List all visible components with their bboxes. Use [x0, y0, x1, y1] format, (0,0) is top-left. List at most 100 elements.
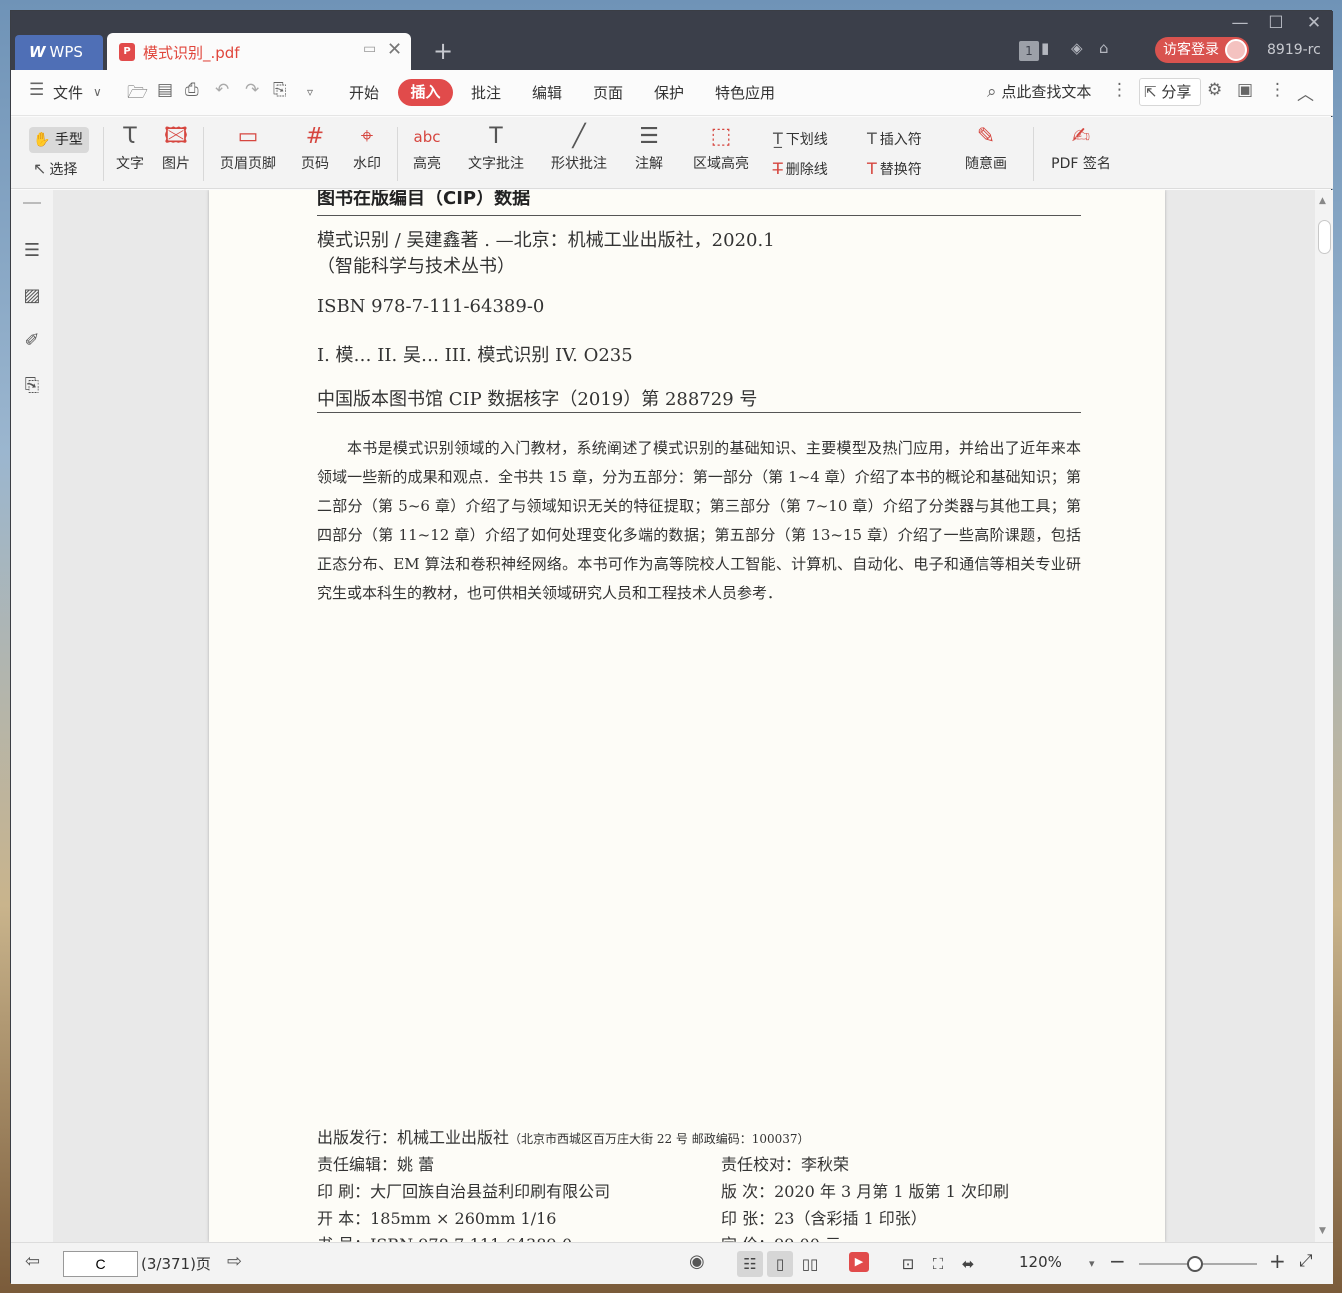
zoom-dropdown-icon[interactable]: ▾	[1089, 1257, 1095, 1270]
signature-list-icon[interactable]: ⎘	[21, 375, 43, 397]
replace-mark-button[interactable]: T 替换符	[867, 159, 922, 179]
file-menu[interactable]: 文件	[53, 82, 83, 103]
wps-tab-label: WPS	[49, 43, 83, 61]
watermark-label: 水印	[353, 156, 381, 172]
fullscreen-icon[interactable]: ⤢	[1299, 1251, 1313, 1271]
hand-tool-button[interactable]: ✋ 手型	[29, 127, 89, 153]
two-page-view-icon[interactable]: ▯▯	[797, 1251, 823, 1277]
tab-special-apps[interactable]: 特色应用	[715, 82, 775, 103]
chat-icon[interactable]: ▣	[1237, 80, 1253, 100]
highlight-button[interactable]: abc 高亮	[405, 121, 449, 173]
insert-mark-button[interactable]: T 插入符	[867, 129, 922, 149]
new-tab-button[interactable]: +	[433, 37, 453, 65]
pdf-file-icon: P	[119, 43, 135, 61]
monitor-icon[interactable]: ▭	[363, 41, 376, 57]
shape-comment-label: 形状批注	[551, 156, 607, 172]
insert-mark-icon: T	[867, 129, 877, 148]
more-vertical-icon[interactable]: ⋮	[1111, 80, 1128, 100]
wps-logo-icon: W	[29, 43, 46, 61]
open-folder-icon[interactable]: 🗁	[127, 80, 148, 109]
scroll-thumb[interactable]	[1318, 220, 1331, 254]
eye-protection-icon[interactable]: ◉	[689, 1251, 705, 1272]
login-label: 访客登录	[1163, 42, 1219, 58]
pdf-sign-button[interactable]: ✍ PDF 签名	[1043, 121, 1119, 173]
more-options-icon[interactable]: ⋮	[1269, 80, 1286, 100]
insert-text-button[interactable]: Ꚍ 文字	[111, 121, 149, 173]
export-icon[interactable]: ⎘	[273, 80, 287, 100]
share-button[interactable]: ⇱ 分享	[1139, 78, 1201, 106]
search-label: 点此查找文本	[1001, 83, 1092, 101]
freehand-label: 随意画	[965, 156, 1007, 172]
shape-comment-button[interactable]: ╱ 形状批注	[541, 121, 617, 173]
note-icon: ☰	[639, 124, 659, 149]
watermark-button[interactable]: ⌖ 水印	[345, 121, 389, 173]
page-number-button[interactable]: # 页码	[295, 121, 335, 173]
zoom-out-icon[interactable]: −	[1109, 1249, 1126, 1273]
pen-icon: ✎	[976, 124, 996, 149]
prev-page-icon[interactable]: ⇦	[25, 1251, 40, 1272]
edition: 版 次：2020 年 3 月第 1 版第 1 次印刷	[721, 1182, 1009, 1201]
publisher-label: 出版发行：机械工业出版社	[317, 1128, 510, 1147]
insert-image-button[interactable]: 🖾 图片	[157, 121, 195, 173]
layout-icon[interactable]: ▮	[1041, 39, 1049, 57]
share-label: 分享	[1161, 83, 1192, 101]
single-page-view-icon[interactable]: ▯	[767, 1251, 793, 1277]
tab-page[interactable]: 页面	[593, 82, 623, 103]
actual-size-icon[interactable]: ⊡	[895, 1251, 921, 1277]
page-number-icon: #	[305, 124, 325, 149]
tab-edit[interactable]: 编辑	[532, 82, 562, 103]
fit-page-icon[interactable]: ⛶	[925, 1251, 951, 1277]
zoom-in-icon[interactable]: +	[1269, 1249, 1286, 1273]
find-text-search[interactable]: ⌕ 点此查找文本	[987, 81, 1091, 102]
play-slideshow-icon[interactable]: ▶	[849, 1252, 869, 1272]
text-comment-button[interactable]: T 文字批注	[463, 121, 529, 173]
cip-line-series: （智能科学与技术丛书）	[317, 256, 515, 277]
tab-protect[interactable]: 保护	[654, 82, 684, 103]
visitor-login-button[interactable]: 访客登录	[1155, 37, 1249, 63]
tab-comment[interactable]: 批注	[471, 82, 501, 103]
vertical-scrollbar[interactable]: ▲ ▼	[1315, 190, 1333, 1242]
freehand-button[interactable]: ✎ 随意画	[955, 121, 1017, 173]
select-tool-button[interactable]: ↖ 选择	[33, 159, 77, 179]
thumbnail-icon[interactable]: ▨	[21, 285, 43, 307]
print-icon[interactable]: ⎙	[185, 80, 199, 100]
settings-gear-icon[interactable]: ⚙	[1207, 80, 1222, 100]
maximize-icon[interactable]: ☐	[1261, 13, 1291, 33]
annotation-button[interactable]: ☰ 注解	[627, 121, 671, 173]
fit-width-icon[interactable]: ⬌	[955, 1251, 981, 1277]
insert-ribbon: ✋ 手型 ↖ 选择 Ꚍ 文字 🖾 图片 ▭ 页眉页脚 # 页码 ⌖ 水印 abc…	[11, 117, 1333, 189]
more-chevron-icon[interactable]: ▿	[307, 85, 313, 99]
area-highlight-button[interactable]: ⬚ 区域高亮	[685, 121, 757, 173]
strikethrough-button[interactable]: T̶ 删除线	[773, 159, 828, 179]
underline-button[interactable]: T̲ 下划线	[773, 129, 828, 149]
close-tab-icon[interactable]: ✕	[387, 39, 402, 60]
chevron-down-icon[interactable]: ∨	[93, 85, 102, 99]
tab-insert[interactable]: 插入	[398, 79, 453, 106]
minimize-icon[interactable]: —	[1225, 13, 1255, 33]
outline-icon[interactable]: ☰	[21, 240, 43, 262]
zoom-slider-handle[interactable]	[1187, 1256, 1203, 1272]
header-footer-button[interactable]: ▭ 页眉页脚	[211, 121, 285, 173]
document-viewport[interactable]: 图书在版编目（CIP）数据 模式识别 / 吴建鑫著 . —北京：机械工业出版社，…	[53, 190, 1315, 1242]
undo-icon[interactable]: ↶	[215, 80, 229, 100]
skin-icon[interactable]: ◈	[1071, 39, 1083, 57]
sidebar-handle[interactable]	[23, 202, 41, 204]
continuous-view-icon[interactable]: ☷	[737, 1251, 763, 1277]
shirt-icon[interactable]: ⌂	[1099, 39, 1109, 57]
wps-home-tab[interactable]: W WPS	[15, 35, 103, 70]
annotation-list-icon[interactable]: ✐	[21, 330, 43, 352]
tab-start[interactable]: 开始	[349, 82, 379, 103]
window-count-badge[interactable]: 1	[1019, 41, 1039, 61]
document-tab[interactable]: P 模式识别_.pdf ▭ ✕	[107, 33, 411, 70]
scroll-up-icon[interactable]: ▲	[1319, 196, 1326, 206]
hamburger-icon[interactable]: ☰	[29, 80, 44, 100]
close-window-icon[interactable]: ✕	[1299, 13, 1329, 33]
save-icon[interactable]: ▤	[157, 80, 173, 100]
collapse-ribbon-icon[interactable]: ︿	[1297, 80, 1314, 105]
zoom-level[interactable]: 120%	[1019, 1253, 1062, 1271]
page-number-input[interactable]: C	[63, 1251, 138, 1277]
next-page-icon[interactable]: ⇨	[227, 1251, 242, 1272]
scroll-down-icon[interactable]: ▼	[1319, 1226, 1326, 1236]
redo-icon[interactable]: ↷	[245, 80, 259, 100]
strikethrough-label: 删除线	[785, 162, 828, 178]
